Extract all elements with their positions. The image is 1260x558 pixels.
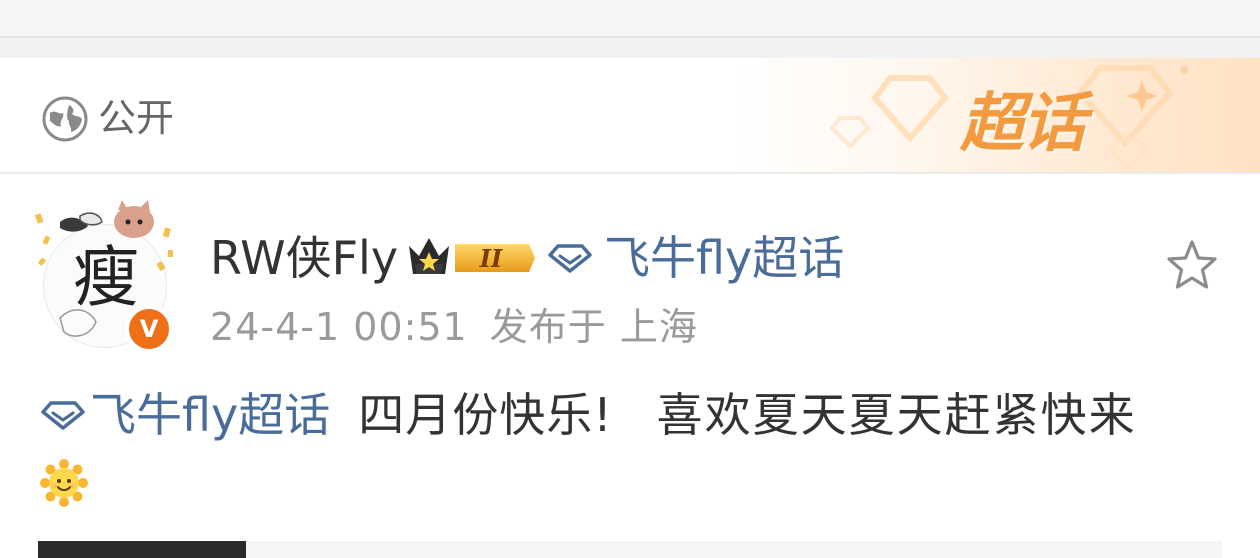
globe-icon: [42, 96, 88, 142]
supertopic-badge[interactable]: 超话: [960, 82, 1086, 166]
supertopic-link[interactable]: 飞牛fly超话: [548, 228, 844, 288]
top-toolbar-strip: [0, 0, 1260, 38]
visibility-label: 公开: [98, 96, 175, 140]
username[interactable]: RW侠Fly: [210, 228, 398, 288]
post-location: 发布于 上海: [489, 305, 698, 349]
content-supertopic-link[interactable]: 飞牛fly超话: [90, 384, 330, 446]
star-icon[interactable]: [1164, 238, 1220, 294]
supertopic-link-label: 飞牛fly超话: [604, 231, 845, 285]
section-divider: [0, 38, 1260, 58]
content-text: 四月份快乐!: [358, 388, 613, 442]
content-text-continued: 喜欢夏天夏天赶紧快来: [656, 388, 1137, 442]
crown-member-badge-icon[interactable]: II: [405, 234, 537, 282]
post-image-area: [246, 541, 1222, 558]
post-meta: 24-4-1 00:51 发布于 上海: [210, 300, 698, 354]
verified-badge-icon: V: [125, 305, 173, 353]
post-content: 飞牛fly超话 四月份快乐! 喜欢夏天夏天赶紧快来: [40, 384, 1137, 446]
diamond-icon: [548, 244, 592, 273]
diamond-icon: [41, 401, 85, 430]
post-image-thumbnail[interactable]: [38, 541, 246, 558]
post-timestamp: 24-4-1 00:51: [210, 305, 468, 349]
sun-smile-icon: [40, 459, 88, 507]
svg-text:II: II: [479, 244, 503, 273]
